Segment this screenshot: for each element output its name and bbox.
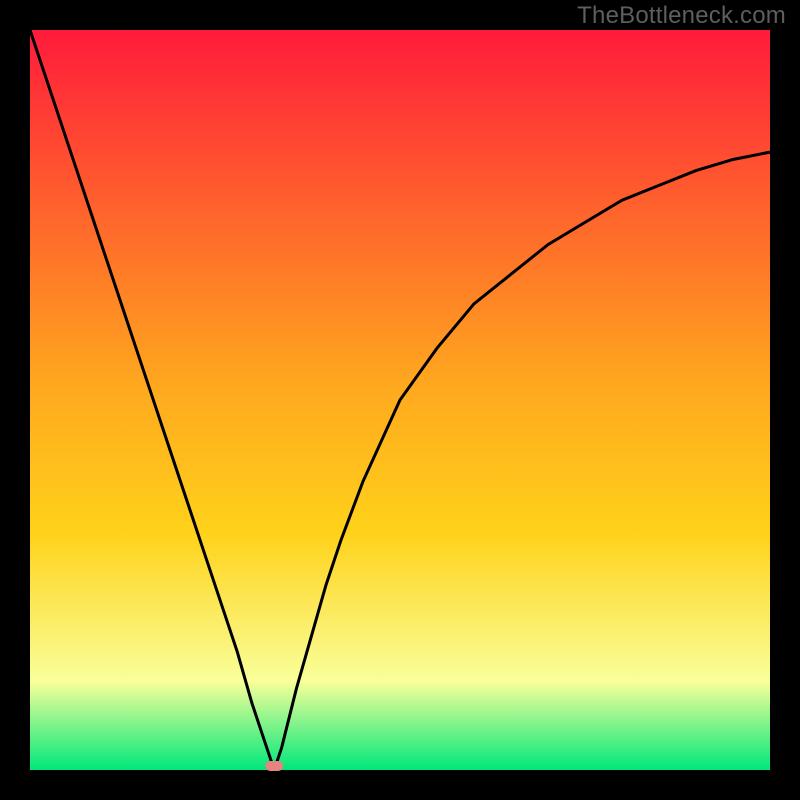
watermark-text: TheBottleneck.com bbox=[577, 2, 786, 30]
optimum-marker bbox=[265, 761, 283, 771]
chart-container: TheBottleneck.com bbox=[0, 0, 800, 800]
chart-svg bbox=[0, 0, 800, 800]
